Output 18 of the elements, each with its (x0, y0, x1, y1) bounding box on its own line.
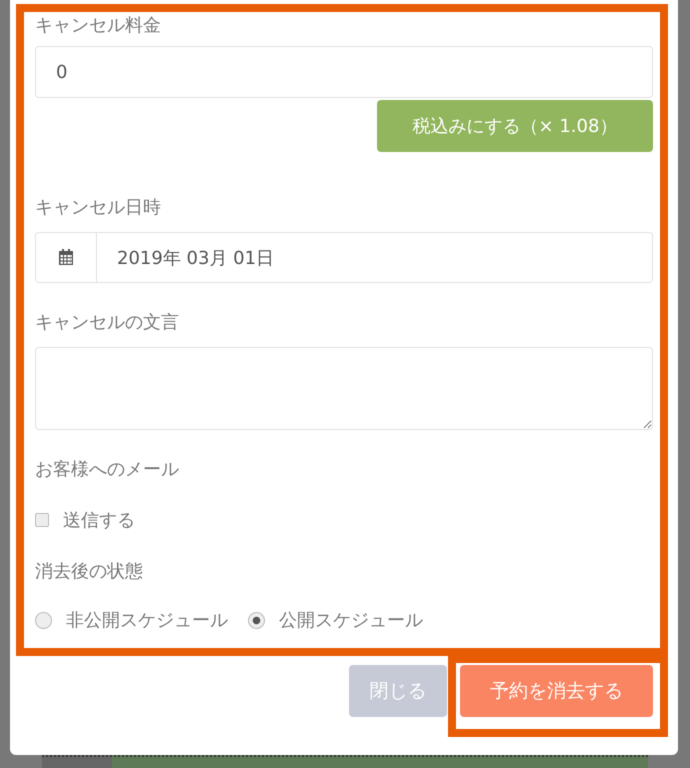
radio-label[interactable]: 公開スケジュール (279, 608, 423, 632)
field-label: 消去後の状態 (35, 560, 144, 584)
tax-button[interactable]: 税込みにする（× 1.08） (377, 100, 653, 152)
date-value: 2019年 03月 01日 (116, 246, 274, 270)
input-field[interactable]: 0 (35, 46, 653, 98)
text-area[interactable] (35, 347, 653, 430)
delete-button[interactable]: 予約を消去する (460, 665, 653, 717)
radio-button[interactable] (248, 612, 265, 628)
radio-button[interactable] (35, 612, 52, 628)
field-label: キャンセル日時 (35, 196, 162, 220)
checkbox-label[interactable]: 送信する (63, 508, 135, 532)
radio-label[interactable]: 非公開スケジュール (66, 608, 228, 632)
field-label: キャンセルの文言 (35, 311, 180, 335)
calendar-icon (58, 249, 74, 266)
checkbox[interactable] (35, 513, 49, 527)
field-label: お客様へのメール (35, 458, 180, 482)
field-label: キャンセル料金 (35, 14, 162, 38)
date-field[interactable]: 2019年 03月 01日 (35, 232, 653, 283)
